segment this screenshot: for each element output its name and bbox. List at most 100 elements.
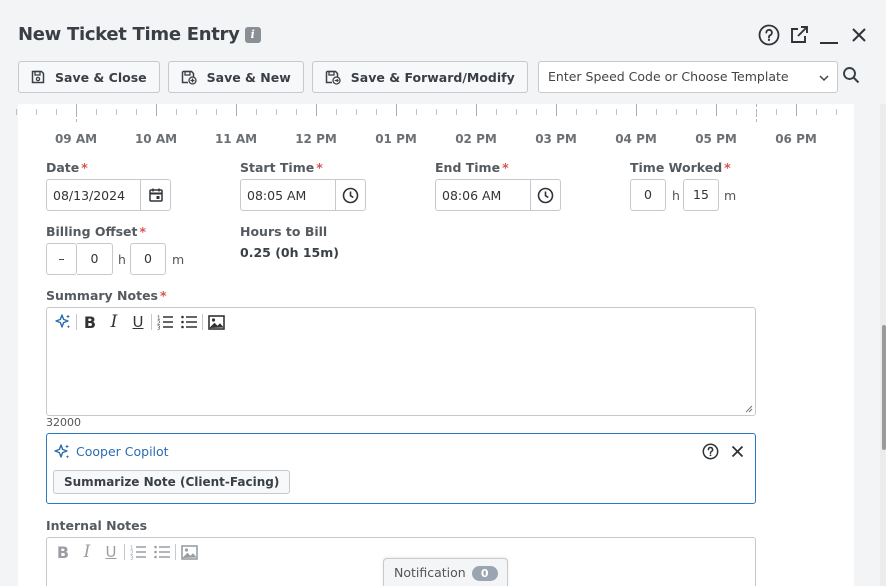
timeline-tick (156, 104, 157, 116)
timeline-tick (496, 109, 497, 115)
ai-sparkle-icon[interactable] (51, 311, 75, 333)
billing-offset-label: Billing Offset * (46, 224, 147, 239)
copilot-title: Cooper Copilot (76, 444, 169, 459)
ordered-list-icon[interactable]: 123 (126, 541, 150, 563)
timeline-tick (696, 109, 697, 115)
timeline-tick (836, 109, 837, 115)
bold-icon[interactable]: B (51, 541, 75, 563)
timeline-tick (656, 109, 657, 115)
timeline-tick (176, 109, 177, 115)
timeline-tick (476, 104, 477, 116)
save-close-button[interactable]: Save & Close (18, 61, 160, 93)
billing-offset-minutes-input[interactable]: 0 (130, 243, 166, 275)
start-time-label: Start Time * (240, 160, 323, 175)
clock-icon[interactable] (530, 180, 560, 210)
window-controls (758, 24, 870, 46)
timeline-hour-label: 02 PM (455, 132, 497, 146)
bullet-list-icon[interactable] (150, 541, 174, 563)
image-icon[interactable] (204, 311, 228, 333)
timeline-hour-label: 04 PM (615, 132, 657, 146)
underline-icon[interactable]: U (99, 541, 123, 563)
help-icon[interactable] (702, 443, 719, 465)
toolbar: Save & Close Save & New Save & Forward/M… (18, 61, 528, 93)
notification-tab[interactable]: Notification 0 (383, 558, 508, 586)
timeline-hour-label: 12 PM (295, 132, 337, 146)
timeline-hour-label: 09 AM (54, 132, 98, 146)
timeline-tick (556, 104, 557, 116)
timeline-tick (336, 109, 337, 115)
svg-text:3: 3 (130, 556, 134, 561)
timeline[interactable]: 09 AM 10 AM 11 AM 12 PM 01 PM 02 PM 03 PM 04 PM… (16, 104, 854, 154)
timeline-tick (516, 109, 517, 115)
hours-unit: h (118, 252, 126, 267)
timeline-tick (396, 104, 397, 116)
timeline-tick (36, 109, 37, 115)
minutes-unit: m (172, 252, 185, 267)
timeline-range-marker (76, 104, 77, 122)
timeline-tick (596, 109, 597, 115)
hours-unit: h (672, 188, 680, 203)
char-counter: 32000 (46, 416, 81, 429)
timeline-hour-label: 10 AM (134, 132, 178, 146)
timeline-tick (816, 109, 817, 115)
bullet-list-icon[interactable] (177, 311, 201, 333)
image-icon[interactable] (177, 541, 201, 563)
popout-icon[interactable] (788, 24, 810, 46)
date-label: Date * (46, 160, 88, 175)
minutes-unit: m (724, 188, 737, 203)
timeline-tick (196, 109, 197, 115)
timeline-tick (376, 109, 377, 115)
summary-notes-label: Summary Notes * (46, 288, 167, 303)
timeline-tick (776, 109, 777, 115)
title-bar: New Ticket Time Entry i (0, 0, 886, 60)
timeline-tick (296, 109, 297, 115)
start-time-field[interactable]: 08:05 AM (240, 179, 366, 211)
end-time-field[interactable]: 08:06 AM (435, 179, 561, 211)
chevron-down-icon (819, 75, 829, 82)
time-worked-minutes-input[interactable]: 15 (683, 179, 719, 211)
timeline-tick (136, 109, 137, 115)
resize-grip-icon[interactable] (744, 404, 753, 413)
date-field[interactable]: 08/13/2024 (46, 179, 171, 211)
billing-offset-hours-input[interactable]: 0 (77, 243, 113, 275)
copilot-panel: Cooper Copilot Summarize Note (Client-Fa… (46, 433, 756, 504)
search-icon[interactable] (842, 66, 860, 89)
timeline-tick (56, 109, 57, 115)
info-icon[interactable]: i (244, 27, 261, 43)
notification-count-badge: 0 (471, 566, 498, 581)
svg-text:3: 3 (157, 326, 161, 331)
timeline-tick (436, 109, 437, 115)
italic-icon[interactable]: I (75, 541, 99, 563)
underline-icon[interactable]: U (126, 311, 150, 333)
summarize-note-button[interactable]: Summarize Note (Client-Facing) (53, 470, 291, 494)
billing-offset-sign-toggle[interactable]: – (46, 243, 77, 275)
timeline-range-marker (756, 104, 757, 122)
clock-icon[interactable] (335, 180, 365, 210)
help-icon[interactable] (758, 24, 780, 46)
save-new-button[interactable]: Save & New (167, 61, 304, 93)
end-time-label: End Time * (435, 160, 509, 175)
hours-to-bill-label: Hours to Bill (240, 224, 328, 239)
close-icon[interactable] (848, 24, 870, 46)
scrollbar-thumb[interactable] (882, 325, 886, 450)
page-title: New Ticket Time Entry i (18, 24, 261, 45)
summary-notes-editor[interactable]: B I U 123 (46, 307, 756, 416)
time-worked-hours-input[interactable]: 0 (630, 179, 666, 211)
time-entry-panel: 09 AM 10 AM 11 AM 12 PM 01 PM 02 PM 03 PM 04 PM… (16, 104, 854, 586)
timeline-tick (616, 109, 617, 115)
bold-icon[interactable]: B (78, 311, 102, 333)
minimize-icon[interactable] (818, 24, 840, 46)
hours-to-bill-value: 0.25 (0h 15m) (240, 245, 339, 260)
ordered-list-icon[interactable]: 123 (153, 311, 177, 333)
timeline-tick (416, 109, 417, 115)
italic-icon[interactable]: I (102, 311, 126, 333)
timeline-tick (276, 109, 277, 115)
save-forward-modify-button[interactable]: Save & Forward/Modify (311, 61, 528, 93)
close-icon[interactable] (731, 445, 744, 463)
ai-sparkle-icon (53, 443, 71, 466)
calendar-icon[interactable] (140, 180, 170, 210)
timeline-tick (636, 104, 637, 116)
time-worked-label: Time Worked * (630, 160, 731, 175)
speed-code-select[interactable]: Enter Speed Code or Choose Template (538, 61, 838, 93)
save-icon (31, 70, 45, 84)
